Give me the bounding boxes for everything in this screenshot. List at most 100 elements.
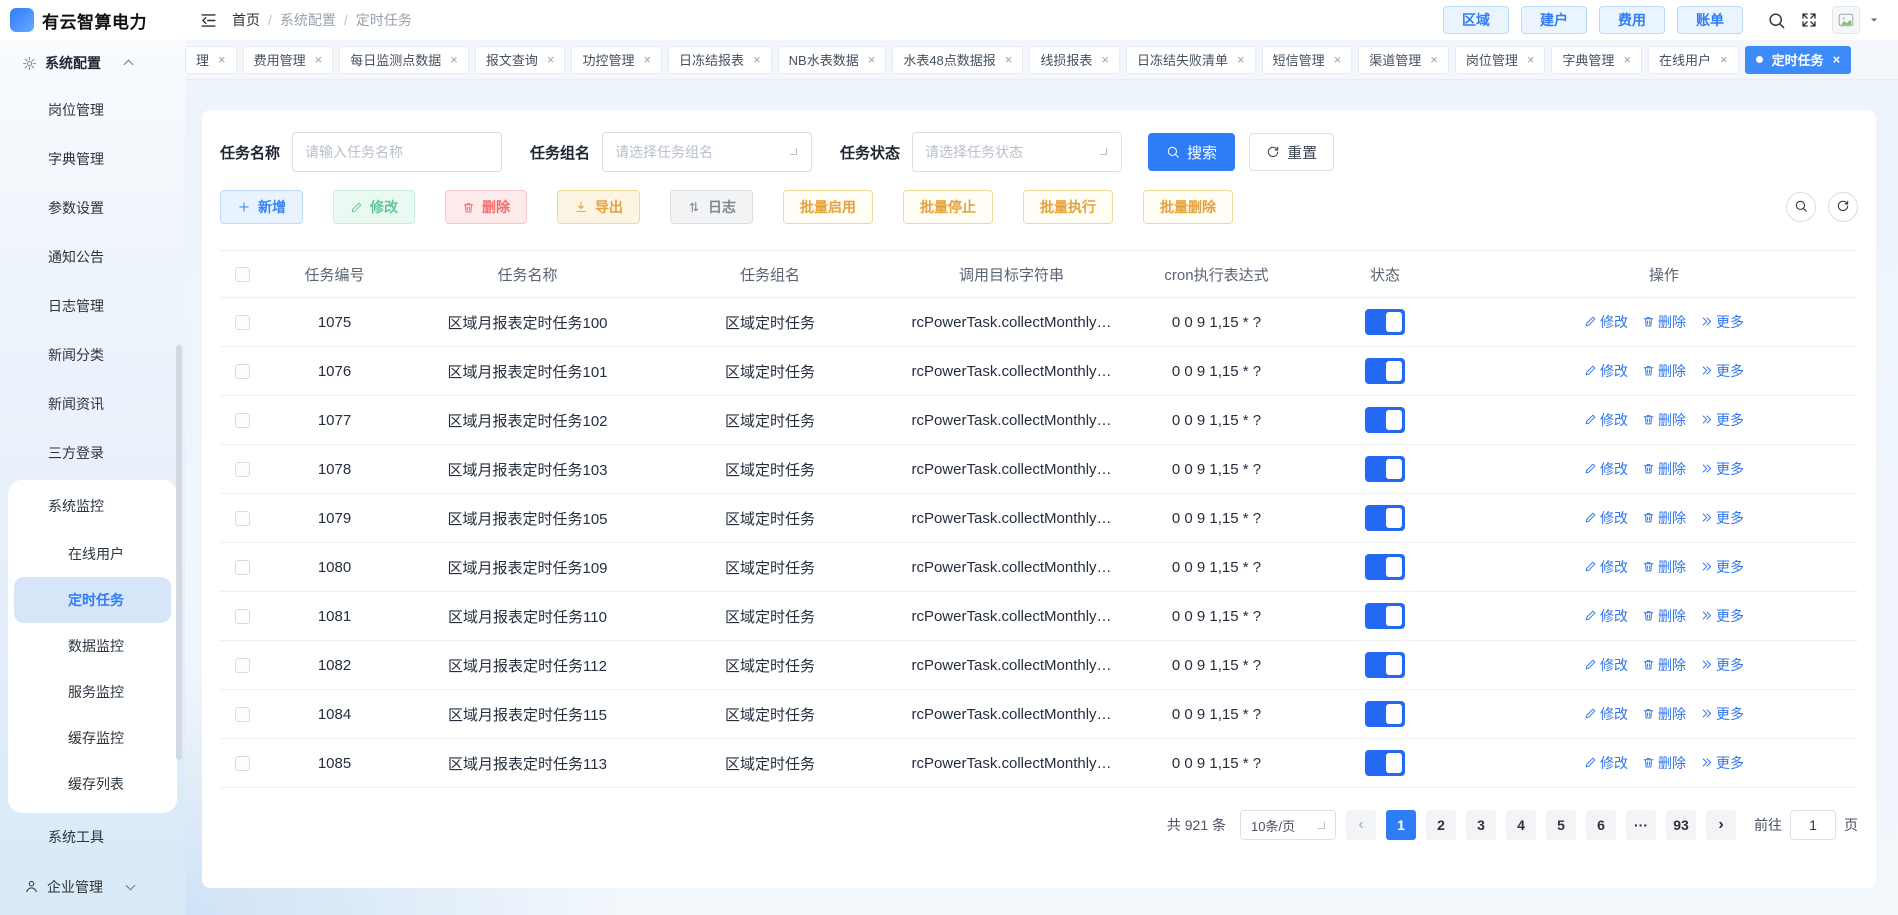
tab-短信管理[interactable]: 短信管理× (1262, 46, 1353, 74)
close-icon[interactable]: × (218, 53, 226, 66)
refresh-button[interactable] (1828, 192, 1858, 222)
close-icon[interactable]: × (450, 53, 458, 66)
collapse-sidebar-icon[interactable] (199, 11, 218, 30)
status-toggle[interactable] (1365, 652, 1405, 678)
page-button-5[interactable]: 5 (1546, 810, 1576, 840)
search-icon[interactable] (1767, 11, 1786, 30)
toolbar-button-批量启用[interactable]: 批量启用 (783, 190, 873, 224)
row-checkbox[interactable] (235, 511, 250, 526)
edit-link[interactable]: 修改 (1584, 410, 1628, 430)
nav-button-建户[interactable]: 建户 (1521, 6, 1587, 34)
sidebar-item-缓存列表[interactable]: 缓存列表 (14, 761, 171, 807)
tab-日冻结报表[interactable]: 日冻结报表× (668, 46, 772, 74)
nav-button-账单[interactable]: 账单 (1677, 6, 1743, 34)
edit-link[interactable]: 修改 (1584, 704, 1628, 724)
edit-link[interactable]: 修改 (1584, 459, 1628, 479)
status-toggle[interactable] (1365, 358, 1405, 384)
sidebar-item-新闻资讯[interactable]: 新闻资讯 (0, 380, 185, 429)
row-checkbox[interactable] (235, 609, 250, 624)
sidebar-item-缓存监控[interactable]: 缓存监控 (14, 715, 171, 761)
page-button-4[interactable]: 4 (1506, 810, 1536, 840)
task-status-select[interactable]: 请选择任务状态 (912, 132, 1122, 172)
close-icon[interactable]: × (1430, 53, 1438, 66)
edit-link[interactable]: 修改 (1584, 606, 1628, 626)
delete-link[interactable]: 删除 (1642, 459, 1686, 479)
close-icon[interactable]: × (315, 53, 323, 66)
caret-down-icon[interactable] (1868, 14, 1880, 26)
close-icon[interactable]: × (1623, 53, 1631, 66)
edit-link[interactable]: 修改 (1584, 753, 1628, 773)
breadcrumb-home[interactable]: 首页 (232, 10, 260, 30)
sidebar-item-system-monitor[interactable]: 系统监控 (8, 482, 177, 531)
delete-link[interactable]: 删除 (1642, 753, 1686, 773)
sidebar-item-在线用户[interactable]: 在线用户 (14, 531, 171, 577)
task-group-select[interactable]: 请选择任务组名 (602, 132, 812, 172)
more-link[interactable]: 更多 (1700, 753, 1744, 773)
toolbar-button-批量删除[interactable]: 批量删除 (1143, 190, 1233, 224)
close-icon[interactable]: × (753, 53, 761, 66)
delete-link[interactable]: 删除 (1642, 410, 1686, 430)
search-button[interactable]: 搜索 (1148, 133, 1235, 171)
delete-link[interactable]: 删除 (1642, 508, 1686, 528)
delete-link[interactable]: 删除 (1642, 606, 1686, 626)
sidebar-item-定时任务[interactable]: 定时任务 (14, 577, 171, 623)
tab-费用管理[interactable]: 费用管理× (243, 46, 334, 74)
delete-link[interactable]: 删除 (1642, 655, 1686, 675)
tab-每日监测点数据[interactable]: 每日监测点数据× (339, 46, 469, 74)
close-icon[interactable]: × (868, 53, 876, 66)
breadcrumb-system-config[interactable]: 系统配置 (280, 10, 336, 30)
page-button-2[interactable]: 2 (1426, 810, 1456, 840)
tab-功控管理[interactable]: 功控管理× (571, 46, 662, 74)
nav-button-区域[interactable]: 区域 (1443, 6, 1509, 34)
sidebar-item-日志管理[interactable]: 日志管理 (0, 282, 185, 331)
delete-link[interactable]: 删除 (1642, 704, 1686, 724)
toolbar-button-批量执行[interactable]: 批量执行 (1023, 190, 1113, 224)
close-icon[interactable]: × (547, 53, 555, 66)
edit-link[interactable]: 修改 (1584, 655, 1628, 675)
sidebar-item-数据监控[interactable]: 数据监控 (14, 623, 171, 669)
page-size-select[interactable]: 10条/页 (1240, 810, 1336, 840)
sidebar-item-新闻分类[interactable]: 新闻分类 (0, 331, 185, 380)
status-toggle[interactable] (1365, 701, 1405, 727)
page-button-93[interactable]: 93 (1666, 810, 1696, 840)
tab-字典管理[interactable]: 字典管理× (1551, 46, 1642, 74)
more-link[interactable]: 更多 (1700, 557, 1744, 577)
tab-渠道管理[interactable]: 渠道管理× (1358, 46, 1449, 74)
sidebar-scrollbar[interactable] (176, 345, 182, 760)
page-button-1[interactable]: 1 (1386, 810, 1416, 840)
sidebar-item-system-tools[interactable]: 系统工具 (0, 813, 185, 862)
row-checkbox[interactable] (235, 756, 250, 771)
status-toggle[interactable] (1365, 750, 1405, 776)
row-checkbox[interactable] (235, 658, 250, 673)
toolbar-button-修改[interactable]: 修改 (333, 190, 415, 224)
close-icon[interactable]: × (643, 53, 651, 66)
close-icon[interactable]: × (1237, 53, 1245, 66)
close-icon[interactable]: × (1833, 53, 1841, 66)
page-button-6[interactable]: 6 (1586, 810, 1616, 840)
more-link[interactable]: 更多 (1700, 606, 1744, 626)
toolbar-button-删除[interactable]: 删除 (445, 190, 527, 224)
status-toggle[interactable] (1365, 554, 1405, 580)
sidebar-item-字典管理[interactable]: 字典管理 (0, 135, 185, 184)
row-checkbox[interactable] (235, 315, 250, 330)
select-all-checkbox[interactable] (235, 267, 250, 282)
prev-page-button[interactable]: ‹ (1346, 810, 1376, 840)
toolbar-button-批量停止[interactable]: 批量停止 (903, 190, 993, 224)
avatar[interactable] (1832, 6, 1860, 34)
toolbar-button-日志[interactable]: 日志 (670, 190, 753, 224)
delete-link[interactable]: 删除 (1642, 557, 1686, 577)
row-checkbox[interactable] (235, 364, 250, 379)
close-icon[interactable]: × (1334, 53, 1342, 66)
sidebar-item-参数设置[interactable]: 参数设置 (0, 184, 185, 233)
sidebar-item-岗位管理[interactable]: 岗位管理 (0, 86, 185, 135)
more-link[interactable]: 更多 (1700, 655, 1744, 675)
close-icon[interactable]: × (1005, 53, 1013, 66)
more-link[interactable]: 更多 (1700, 704, 1744, 724)
next-page-button[interactable]: › (1706, 810, 1736, 840)
row-checkbox[interactable] (235, 707, 250, 722)
toolbar-button-导出[interactable]: 导出 (557, 190, 640, 224)
sidebar-group-system-config[interactable]: 系统配置 (0, 40, 185, 86)
status-toggle[interactable] (1365, 309, 1405, 335)
edit-link[interactable]: 修改 (1584, 312, 1628, 332)
edit-link[interactable]: 修改 (1584, 508, 1628, 528)
